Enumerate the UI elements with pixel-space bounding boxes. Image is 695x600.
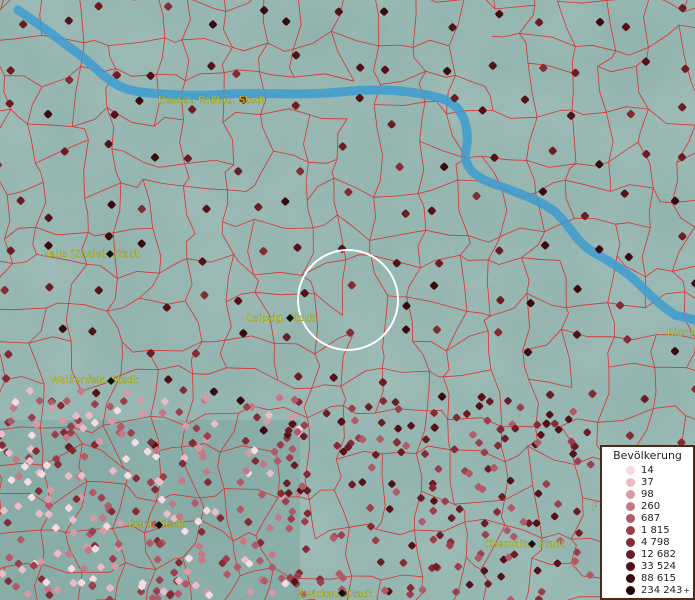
city-label-f: F bbox=[592, 502, 598, 513]
population-legend: Bevölkerung 14 37 98 260 687 1 815 4 798 12 682… bbox=[600, 445, 695, 600]
legend-item: 14 bbox=[602, 464, 693, 476]
legend-swatch bbox=[626, 489, 635, 499]
legend-label: 33 524 bbox=[641, 560, 676, 572]
legend-title: Bevölkerung bbox=[613, 449, 682, 462]
city-f-partial[interactable]: F bbox=[592, 502, 598, 513]
legend-label: 4 798 bbox=[641, 536, 670, 548]
city-halle[interactable]: Halle (Saale), Stadt bbox=[42, 249, 139, 260]
legend-item: 234 243 + bbox=[602, 584, 693, 596]
city-dessau[interactable]: Dessau-Roßlau, Stadt bbox=[158, 95, 266, 106]
legend-label: 14 bbox=[641, 464, 654, 476]
city-leipzig[interactable]: Leipzig, Stadt bbox=[247, 313, 315, 324]
legend-label: 1 815 bbox=[641, 524, 670, 536]
legend-swatch bbox=[626, 573, 635, 583]
city-weissenfels[interactable]: Weißenfels, Stadt bbox=[50, 375, 138, 386]
city-zwickau[interactable]: Zwickau, Stadt bbox=[298, 589, 373, 600]
legend-item: 88 615 bbox=[602, 572, 693, 584]
legend-swatch bbox=[626, 525, 635, 535]
legend-suffix: + bbox=[683, 585, 691, 595]
legend-label: 260 bbox=[641, 500, 661, 512]
legend-item: 1 815 bbox=[602, 524, 693, 536]
legend-swatch bbox=[626, 537, 635, 547]
legend-item: 687 bbox=[602, 512, 693, 524]
city-riesa[interactable]: Riesa bbox=[667, 328, 694, 339]
border-segment bbox=[654, 366, 687, 369]
legend-item: 12 682 bbox=[602, 548, 693, 560]
legend-item: 37 bbox=[602, 476, 693, 488]
city-gera[interactable]: Gera, Stadt bbox=[128, 519, 185, 530]
legend-item: 33 524 bbox=[602, 560, 693, 572]
legend-item: 4 798 bbox=[602, 536, 693, 548]
legend-swatch bbox=[626, 501, 635, 511]
city-label-riesa: Riesa bbox=[667, 328, 694, 339]
city-label-weissenfels: Weißenfels, Stadt bbox=[50, 375, 138, 386]
population-map[interactable]: Dessau-Roßlau, Stadt Halle (Saale), Stad… bbox=[0, 0, 695, 600]
legend-label: 12 682 bbox=[641, 548, 676, 560]
legend-swatch bbox=[626, 465, 635, 475]
city-label-zwickau: Zwickau, Stadt bbox=[298, 589, 372, 600]
city-label-halle: Halle (Saale), Stadt bbox=[42, 249, 139, 260]
legend-swatch bbox=[626, 585, 635, 595]
legend-label: 687 bbox=[641, 512, 661, 524]
legend-label: 98 bbox=[641, 488, 654, 500]
city-label-chemnitz: Chemnitz, Stadt bbox=[484, 539, 565, 550]
city-label-leipzig: Leipzig, Stadt bbox=[247, 313, 315, 324]
legend-items: 14 37 98 260 687 1 815 4 798 12 682 33 524 88 615… bbox=[602, 464, 693, 596]
legend-item: 260 bbox=[602, 500, 693, 512]
legend-swatch bbox=[626, 477, 635, 487]
legend-swatch bbox=[626, 561, 635, 571]
legend-label: 234 243 bbox=[641, 584, 683, 596]
city-chemnitz[interactable]: Chemnitz, Stadt bbox=[484, 539, 565, 550]
legend-label: 37 bbox=[641, 476, 654, 488]
legend-swatch bbox=[626, 549, 635, 559]
city-label-dessau: Dessau-Roßlau, Stadt bbox=[158, 95, 266, 106]
legend-item: 98 bbox=[602, 488, 693, 500]
legend-label: 88 615 bbox=[641, 572, 676, 584]
legend-swatch bbox=[626, 513, 635, 523]
